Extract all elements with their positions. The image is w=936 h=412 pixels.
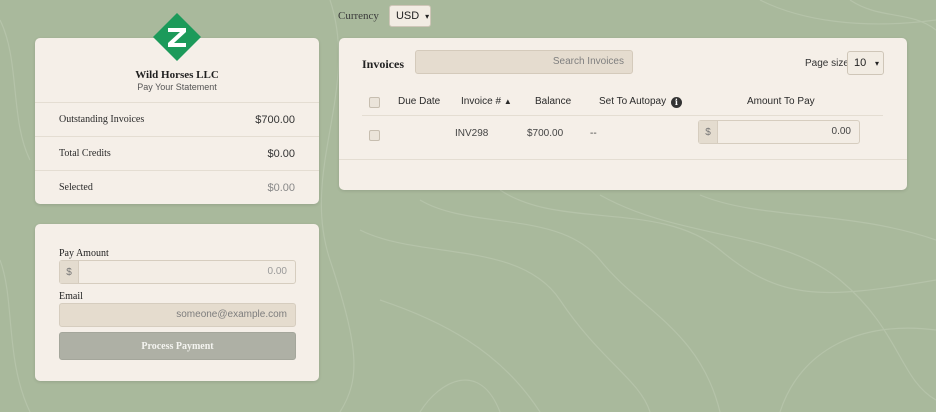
column-balance[interactable]: Balance <box>535 96 571 107</box>
column-amount-to-pay[interactable]: Amount To Pay <box>747 96 815 107</box>
row-autopay: -- <box>590 128 597 139</box>
info-icon[interactable]: i <box>670 96 682 108</box>
summary-label: Total Credits <box>59 148 111 159</box>
amount-to-pay-value: 0.00 <box>831 126 851 137</box>
sort-ascending-icon: ▲ <box>503 97 512 106</box>
currency-label: Currency <box>338 10 379 22</box>
chevron-down-icon: ▾ <box>874 58 879 68</box>
page-size-label: Page size <box>805 58 849 69</box>
email-label: Email <box>59 291 83 302</box>
summary-label: Selected <box>59 182 93 193</box>
column-label: Invoice # <box>461 96 502 107</box>
summary-label: Outstanding Invoices <box>59 114 145 125</box>
summary-value: $0.00 <box>267 147 295 160</box>
select-all-checkbox[interactable] <box>369 97 380 108</box>
invoices-title: Invoices <box>362 57 404 71</box>
email-field[interactable]: someone@example.com <box>59 303 296 327</box>
company-subtitle: Pay Your Statement <box>137 82 217 92</box>
dollar-sign: $ <box>699 121 718 143</box>
row-checkbox[interactable] <box>369 130 380 141</box>
company-logo <box>153 13 201 61</box>
amount-to-pay-input[interactable]: $ 0.00 <box>698 120 860 144</box>
pay-amount-label: Pay Amount <box>59 248 109 259</box>
page-size-dropdown[interactable]: 10 ▾ <box>847 51 884 75</box>
column-invoice-number[interactable]: Invoice # ▲ <box>461 96 512 107</box>
summary-value: $700.00 <box>255 113 295 126</box>
company-name: Wild Horses LLC <box>135 69 219 81</box>
invoices-card: Invoices Search Invoices Page size 10 ▾ … <box>339 38 907 190</box>
currency-dropdown[interactable]: USD ▾ <box>388 5 431 27</box>
page-size-value: 10 <box>854 57 867 69</box>
pay-amount-value: 0.00 <box>267 266 287 277</box>
currency-selector: Currency USD ▾ <box>338 5 431 27</box>
row-invoice-number[interactable]: INV298 <box>455 128 488 139</box>
table-header-divider <box>362 115 883 116</box>
process-payment-button[interactable]: Process Payment <box>59 332 296 360</box>
currency-value: USD <box>395 10 420 22</box>
table-footer-divider <box>339 159 907 160</box>
summary-row-selected: Selected $0.00 <box>35 170 319 204</box>
summary-row-outstanding: Outstanding Invoices $700.00 <box>35 102 319 136</box>
summary-value: $0.00 <box>267 181 295 194</box>
chevron-down-icon: ▾ <box>425 11 430 21</box>
column-label: Set To Autopay <box>599 96 667 107</box>
payment-card: Pay Amount $ 0.00 Email someone@example.… <box>35 224 319 381</box>
summary-row-credits: Total Credits $0.00 <box>35 136 319 170</box>
column-due-date[interactable]: Due Date <box>398 96 440 107</box>
statement-summary-card: Outstanding Invoices $700.00 Total Credi… <box>35 38 319 204</box>
search-input[interactable]: Search Invoices <box>415 50 633 74</box>
row-balance: $700.00 <box>527 128 564 139</box>
column-set-to-autopay[interactable]: Set To Autopay i <box>599 96 682 108</box>
dollar-sign: $ <box>60 261 79 283</box>
pay-amount-input[interactable]: $ 0.00 <box>59 260 296 284</box>
